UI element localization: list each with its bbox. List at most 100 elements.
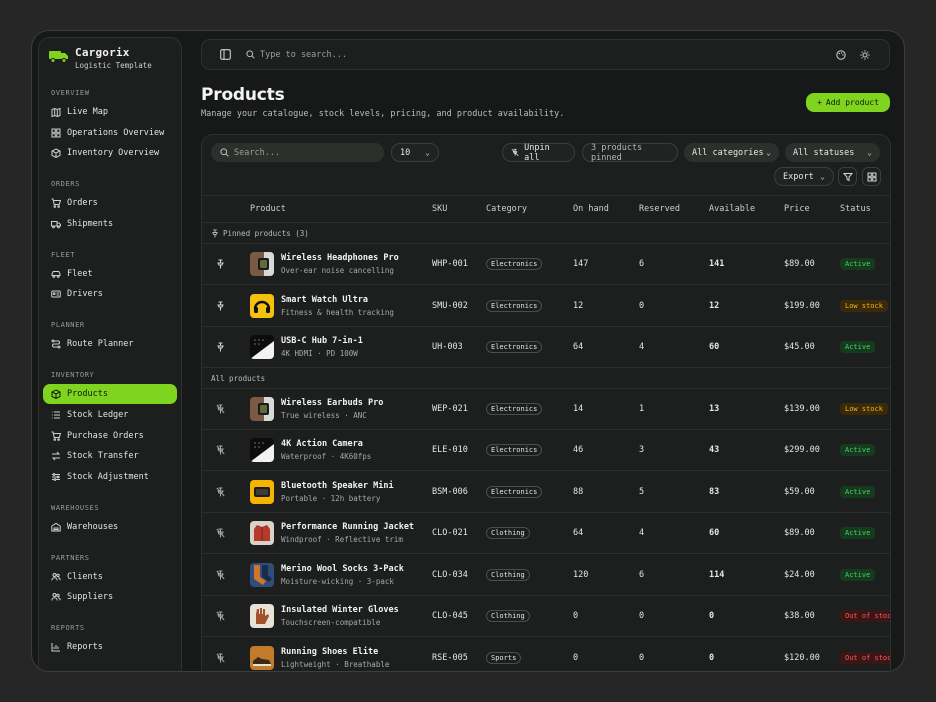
product-description: Touchscreen-compatible: [281, 618, 381, 627]
sidebar-item-label: Drivers: [67, 289, 103, 300]
unpin-icon[interactable]: [216, 389, 225, 429]
pin-icon[interactable]: [216, 327, 225, 367]
table-row[interactable]: Smart Watch Ultra Fitness & health track…: [202, 286, 890, 327]
column-header-sku[interactable]: SKU: [432, 196, 447, 222]
brand[interactable]: Cargorix Logistic Template: [49, 46, 152, 70]
sidebar-item-orders[interactable]: Orders: [43, 193, 177, 213]
column-header-status[interactable]: Status: [840, 196, 871, 222]
unpin-icon[interactable]: [216, 472, 225, 512]
column-header-category[interactable]: Category: [486, 196, 527, 222]
price-cell: $139.00: [784, 403, 820, 414]
sidebar-item-stock-ledger[interactable]: Stock Ledger: [43, 405, 177, 425]
status-cell: Active: [840, 555, 876, 595]
pin-icon[interactable]: [216, 244, 225, 284]
product-cell[interactable]: Merino Wool Socks 3-Pack Moisture-wickin…: [281, 555, 404, 595]
sidebar-item-products[interactable]: Products: [43, 384, 177, 405]
product-name[interactable]: Bluetooth Speaker Mini: [281, 481, 394, 491]
sidebar-item-stock-transfer[interactable]: Stock Transfer: [43, 446, 177, 466]
table-row[interactable]: Wireless Earbuds Pro True wireless · ANC…: [202, 389, 890, 430]
sidebar-item-clients[interactable]: Clients: [43, 567, 177, 587]
product-cell[interactable]: Wireless Headphones Pro Over-ear noise c…: [281, 244, 399, 284]
add-product-button[interactable]: + Add product: [806, 93, 890, 112]
product-name[interactable]: Performance Running Jacket: [281, 522, 414, 532]
unpin-all-button[interactable]: Unpin all: [502, 143, 575, 163]
column-header-product[interactable]: Product: [250, 196, 286, 222]
product-cell[interactable]: Bluetooth Speaker Mini Portable · 12h ba…: [281, 472, 394, 512]
table-search-input[interactable]: Search...: [234, 148, 280, 158]
price-cell: $120.00: [784, 652, 820, 663]
product-cell[interactable]: USB-C Hub 7-in-1 4K HDMI · PD 100W: [281, 327, 363, 367]
product-cell[interactable]: Insulated Winter Gloves Touchscreen-comp…: [281, 596, 399, 636]
table-row[interactable]: USB-C Hub 7-in-1 4K HDMI · PD 100W UH-00…: [202, 327, 890, 368]
theme-toggle-icon[interactable]: [860, 40, 870, 69]
status-filter[interactable]: All statuses ⌄: [785, 143, 880, 162]
product-name[interactable]: Wireless Earbuds Pro: [281, 398, 383, 408]
column-header-on-hand[interactable]: On hand: [573, 196, 609, 222]
sku-cell: CLO-021: [432, 528, 468, 538]
category-filter[interactable]: All categories ⌄: [684, 143, 779, 162]
filter-icon[interactable]: [838, 167, 857, 186]
global-search[interactable]: Type to search...: [246, 40, 347, 69]
id-card-icon: [51, 289, 61, 299]
table-row[interactable]: Bluetooth Speaker Mini Portable · 12h ba…: [202, 472, 890, 513]
sidebar-item-purchase-orders[interactable]: Purchase Orders: [43, 426, 177, 446]
sidebar-item-shipments[interactable]: Shipments: [43, 214, 177, 234]
cube-icon: [51, 389, 61, 400]
table-row[interactable]: 4K Action Camera Waterproof · 4K60fps EL…: [202, 430, 890, 471]
reserved-cell: 0: [639, 652, 645, 663]
sidebar-item-fleet[interactable]: Fleet: [43, 264, 177, 284]
product-cell[interactable]: Performance Running Jacket Windproof · R…: [281, 513, 414, 553]
table-row[interactable]: Wireless Headphones Pro Over-ear noise c…: [202, 244, 890, 285]
unpin-icon[interactable]: [216, 555, 225, 595]
product-name[interactable]: Wireless Headphones Pro: [281, 253, 399, 263]
unpin-icon[interactable]: [216, 638, 225, 672]
box-icon: [51, 148, 61, 159]
product-cell[interactable]: 4K Action Camera Waterproof · 4K60fps: [281, 430, 371, 470]
sidebar-item-inventory-overview[interactable]: Inventory Overview: [43, 143, 177, 163]
sidebar-item-route-planner[interactable]: Route Planner: [43, 334, 177, 354]
table-row[interactable]: Running Shoes Elite Lightweight · Breath…: [202, 638, 890, 672]
product-cell[interactable]: Smart Watch Ultra Fitness & health track…: [281, 286, 394, 326]
grid-view-icon[interactable]: [862, 167, 881, 186]
table-row[interactable]: Insulated Winter Gloves Touchscreen-comp…: [202, 596, 890, 637]
table-search[interactable]: Search...: [211, 143, 384, 162]
column-header-price[interactable]: Price: [784, 196, 810, 222]
sidebar-toggle-icon[interactable]: [220, 40, 231, 69]
pin-icon[interactable]: [216, 286, 225, 326]
sidebar-item-warehouses[interactable]: Warehouses: [43, 517, 177, 537]
product-cell[interactable]: Wireless Earbuds Pro True wireless · ANC: [281, 389, 383, 429]
sidebar-item-label: Purchase Orders: [67, 430, 144, 441]
sidebar-item-live-map[interactable]: Live Map: [43, 102, 177, 122]
unpin-icon[interactable]: [216, 596, 225, 636]
table-row[interactable]: Performance Running Jacket Windproof · R…: [202, 513, 890, 554]
sidebar-item-label: Operations Overview: [67, 127, 165, 138]
product-name[interactable]: Merino Wool Socks 3-Pack: [281, 564, 404, 574]
product-cell[interactable]: Running Shoes Elite Lightweight · Breath…: [281, 638, 389, 672]
column-header-reserved[interactable]: Reserved: [639, 196, 680, 222]
product-name[interactable]: Running Shoes Elite: [281, 647, 378, 657]
product-name[interactable]: 4K Action Camera: [281, 439, 363, 449]
warehouse-icon: [51, 522, 61, 532]
sidebar-item-suppliers[interactable]: Suppliers: [43, 587, 177, 607]
unpin-icon[interactable]: [216, 513, 225, 553]
table-row[interactable]: Merino Wool Socks 3-Pack Moisture-wickin…: [202, 555, 890, 596]
price-cell: $199.00: [784, 300, 820, 311]
page-size-select[interactable]: 10 ⌄: [391, 143, 439, 162]
sidebar-item-drivers[interactable]: Drivers: [43, 284, 177, 304]
category-filter-value: All categories: [692, 147, 764, 158]
column-header-available[interactable]: Available: [709, 196, 755, 222]
palette-icon[interactable]: [836, 40, 846, 69]
category-badge: Electronics: [486, 402, 543, 415]
product-name[interactable]: Smart Watch Ultra: [281, 295, 368, 305]
sidebar-item-label: Clients: [67, 571, 103, 582]
sidebar-item-reports[interactable]: Reports: [43, 637, 177, 657]
on-hand-cell: 0: [573, 611, 579, 621]
unpin-icon[interactable]: [216, 430, 225, 470]
global-search-input[interactable]: Type to search...: [260, 50, 347, 60]
grid-icon: [51, 128, 61, 138]
product-name[interactable]: USB-C Hub 7-in-1: [281, 336, 363, 346]
export-button[interactable]: Export ⌄: [774, 167, 834, 186]
sidebar-item-operations-overview[interactable]: Operations Overview: [43, 123, 177, 143]
product-name[interactable]: Insulated Winter Gloves: [281, 605, 399, 615]
sidebar-item-stock-adjustment[interactable]: Stock Adjustment: [43, 467, 177, 487]
